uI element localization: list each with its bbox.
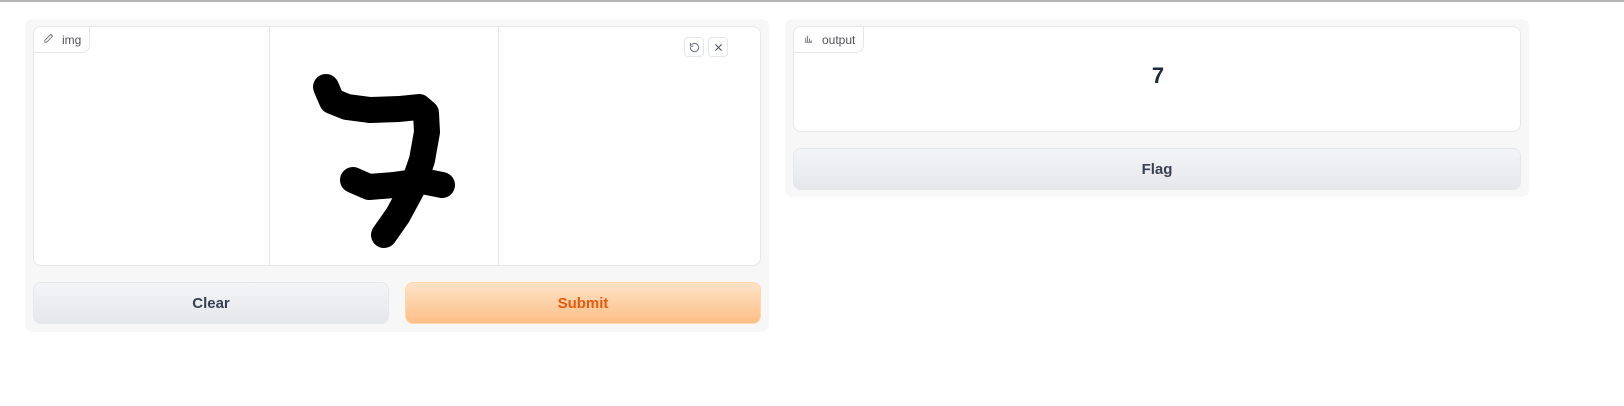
output-label: output	[794, 27, 865, 53]
input-label: img	[34, 27, 91, 53]
input-label-text: img	[62, 32, 82, 47]
drawn-digit-seven	[313, 74, 455, 248]
image-editor: img	[33, 26, 761, 266]
output-box: output 7	[793, 26, 1521, 132]
output-label-text: output	[822, 32, 856, 47]
submit-button[interactable]: Submit	[405, 282, 761, 324]
window-top-border	[0, 0, 1624, 2]
bar-chart-icon	[803, 33, 814, 47]
pencil-icon	[43, 33, 54, 47]
sketch-canvas[interactable]	[34, 27, 760, 265]
clear-button[interactable]: Clear	[33, 282, 389, 324]
input-panel: img Clear Submit	[25, 19, 769, 332]
close-icon	[713, 42, 724, 53]
undo-icon	[689, 42, 700, 53]
flag-button[interactable]: Flag	[793, 148, 1521, 190]
predicted-label: 7	[1151, 63, 1165, 88]
output-panel: output 7 Flag	[785, 19, 1529, 197]
close-button[interactable]	[708, 37, 728, 57]
undo-button[interactable]	[684, 37, 704, 57]
